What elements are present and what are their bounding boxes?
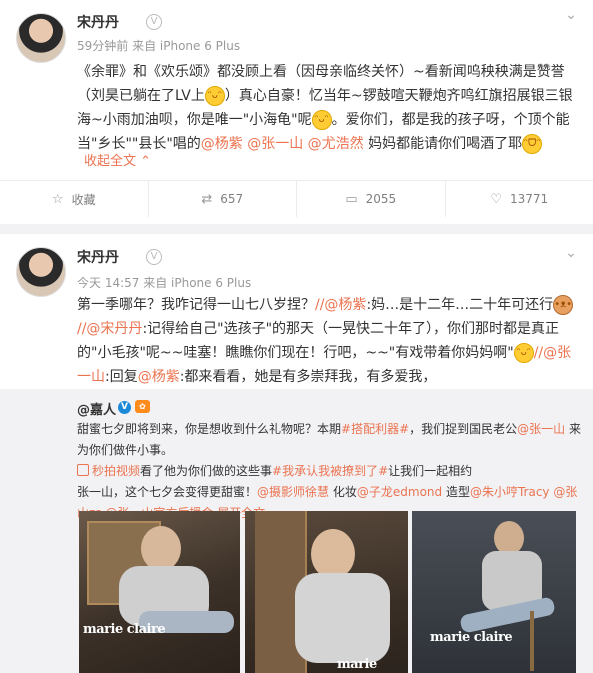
brand-watermark: marie claire <box>83 622 166 637</box>
text-line: 海~小雨加油呗，你是唯一"小海龟"呢 <box>77 112 312 128</box>
chevron-down-icon[interactable]: ⌄ <box>563 245 579 261</box>
repost-username[interactable]: @嘉人 <box>77 399 116 418</box>
text-line: 让我们一起相约 <box>388 464 473 478</box>
collapse-link[interactable]: 收起全文 ⌃ <box>84 150 151 169</box>
brand-watermark: marie claire <box>337 657 377 673</box>
video-label: 秒拍视频 <box>92 464 141 478</box>
chevron-down-icon[interactable]: ⌄ <box>563 7 579 23</box>
mention-link[interactable]: //@杨紫 <box>315 297 366 313</box>
comment-icon: ▭ <box>345 191 358 207</box>
chevron-up-icon: ⌃ <box>140 154 152 169</box>
post-card: 宋丹丹 V 59分钟前 来自 iPhone 6 Plus ⌄ 《余罪》和《欢乐颂… <box>0 0 593 224</box>
text-line: 张一山，这个七夕会变得更甜蜜！ <box>77 485 258 499</box>
text-line: 第一季哪年？我咋记得一山七八岁捏？ <box>77 297 315 313</box>
verified-icon: V <box>118 401 131 414</box>
figure-body <box>295 573 390 663</box>
grin-emoji-icon: ᵔᴗᵔ <box>204 86 225 106</box>
text-line: ，我们捉到国民老公 <box>409 422 518 436</box>
mention-link[interactable]: @杨紫 <box>138 369 180 385</box>
membership-badge-icon: ✿ <box>135 400 150 413</box>
username[interactable]: 宋丹丹 <box>77 247 119 267</box>
mention-link[interactable]: @朱小哼Tracy <box>470 485 550 499</box>
figure-head <box>494 521 524 555</box>
post-text: 第一季哪年？我咋记得一山七八岁捏？//@杨紫:妈…是十二年…二十年可还行•ᴥ• … <box>77 293 582 389</box>
username[interactable]: 宋丹丹 <box>77 12 119 32</box>
comment-count: 2055 <box>365 192 397 206</box>
video-link[interactable]: 秒拍视频 <box>77 464 140 478</box>
thumbs-up-icon: ♡ <box>490 191 502 207</box>
mention-link[interactable]: @张一山 <box>247 136 303 152</box>
text-line: :记得给自己"选孩子"的那天（一晃快二十年了），你们那时都是真正 <box>142 321 560 337</box>
text-line: 为你们做件小事。 <box>77 443 174 457</box>
mention-link[interactable]: //@宋丹丹 <box>77 321 142 337</box>
mention-link[interactable]: @尤浩然 <box>308 136 364 152</box>
figure-head <box>311 529 355 579</box>
comment-button[interactable]: ▭ 2055 <box>297 181 446 217</box>
star-icon: ☆ <box>51 191 64 207</box>
post-text: 《余罪》和《欢乐颂》都没顾上看（因母亲临终关怀）~看新闻呜秧秧满是赞誉 （刘昊已… <box>77 60 582 156</box>
like-button[interactable]: ♡ 13771 <box>446 181 593 217</box>
topic-link[interactable]: #我承认我被撩到了# <box>272 464 388 478</box>
avatar[interactable] <box>16 247 66 297</box>
text-line: （刘昊已躺在了LV上 <box>77 88 205 104</box>
text-line: :都来看看，她是有多崇拜我，有多爱我， <box>179 369 437 385</box>
stool-leg <box>530 611 534 671</box>
mention-link[interactable]: //@张 <box>534 345 571 361</box>
photo-thumbnail[interactable]: marie claire <box>79 511 240 673</box>
photo-thumbnail[interactable]: marie claire <box>245 511 408 673</box>
mention-link[interactable]: @摄影师徐慧 <box>257 485 329 499</box>
text-line: 甜蜜七夕即将到来，你是想收到什么礼物呢？本期 <box>77 422 342 436</box>
membership-icon[interactable]: V <box>146 249 162 265</box>
repost-icon: ⇄ <box>201 191 213 207</box>
text-line: 的"小毛孩"呢~~哇塞！瞧瞧你们现在！行吧，~~"有戏带着你妈妈啊" <box>77 345 514 361</box>
text-line: 《余罪》和《欢乐颂》都没顾上看（因母亲临终关怀）~看新闻呜秧秧满是赞誉 <box>77 64 565 80</box>
text-line: 来 <box>569 422 582 436</box>
repost-text: 甜蜜七夕即将到来，你是想收到什么礼物呢？本期#搭配利器#，我们捉到国民老公@张一… <box>77 419 582 524</box>
text-line: 造型 <box>445 485 470 499</box>
photo-thumbnail[interactable]: marie claire <box>412 511 576 673</box>
text-line: 化妆 <box>332 485 357 499</box>
video-icon <box>77 464 89 476</box>
topic-link[interactable]: #搭配利器# <box>341 422 409 436</box>
repost-count: 657 <box>220 192 244 206</box>
action-bar: ☆ 收藏 ⇄ 657 ▭ 2055 ♡ 13771 <box>0 180 593 217</box>
post-meta: 今天 14:57 来自 iPhone 6 Plus <box>77 276 252 290</box>
collapse-label: 收起全文 <box>84 154 137 169</box>
mention-link[interactable]: @子龙edmond <box>357 485 442 499</box>
text-line: 。爱你们，都是我的孩子呀，个顶个能 <box>331 112 570 128</box>
favorite-button[interactable]: ☆ 收藏 <box>0 181 149 217</box>
mention-link[interactable]: @杨紫 <box>201 136 243 152</box>
laugh-emoji-icon: ᵔᗜᵔ <box>522 134 543 154</box>
mention-link[interactable]: @张一山 <box>517 422 565 436</box>
favorite-label: 收藏 <box>71 192 96 207</box>
text-line: ）真心自豪！忆当年~锣鼓喧天鞭炮齐鸣红旗招展银三银 <box>224 88 573 104</box>
grin-emoji-icon: ᵔᴗᵔ <box>311 110 332 130</box>
text-line: :回复 <box>105 369 138 385</box>
mention-link[interactable]: @张 <box>553 485 577 499</box>
figure-head <box>141 526 181 571</box>
brand-watermark: marie claire <box>430 630 513 645</box>
grin-emoji-icon: ᵔᴗᵔ <box>513 343 534 363</box>
repost-button[interactable]: ⇄ 657 <box>149 181 297 217</box>
text-line: :妈…是十二年…二十年可还行 <box>366 297 554 313</box>
text-line: 看了他为你们做的这些事 <box>140 464 273 478</box>
mention-link[interactable]: 一山 <box>77 369 105 385</box>
membership-icon[interactable]: V <box>146 14 162 30</box>
post-meta: 59分钟前 来自 iPhone 6 Plus <box>77 39 241 53</box>
text-line: 妈妈都能请你们喝酒了耶 <box>368 136 523 152</box>
like-count: 13771 <box>509 192 549 206</box>
avatar[interactable] <box>16 13 66 63</box>
dog-emoji-icon: •ᴥ• <box>553 295 574 315</box>
